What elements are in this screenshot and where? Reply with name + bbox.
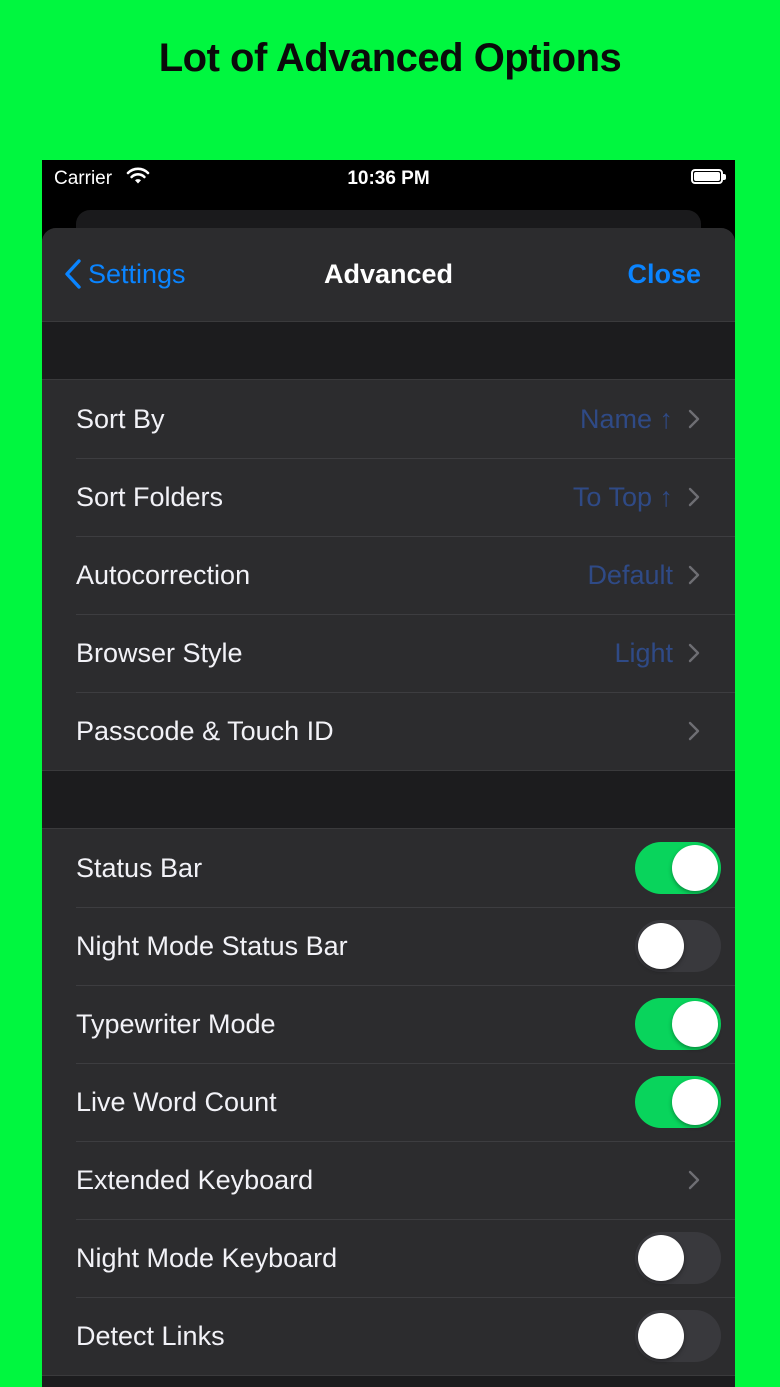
toggle-knob	[672, 1079, 718, 1125]
row-value: Light	[614, 637, 673, 668]
headline: Lot of Advanced Options	[158, 36, 622, 80]
row-night-mode-status-bar: Night Mode Status Bar	[42, 907, 735, 985]
live-word-count-toggle[interactable]	[635, 1076, 721, 1128]
chevron-right-icon	[688, 1170, 700, 1190]
toggle-knob	[638, 1235, 684, 1281]
night-mode-keyboard-toggle[interactable]	[635, 1232, 721, 1284]
row-label: Night Mode Keyboard	[76, 1242, 338, 1273]
row-value: Name ↑	[579, 403, 673, 434]
status-bar-toggle[interactable]	[635, 842, 721, 894]
row-label: Sort Folders	[76, 481, 224, 512]
typewriter-mode-toggle[interactable]	[635, 998, 721, 1050]
row-label: Passcode & Touch ID	[76, 715, 334, 746]
row-typewriter-mode: Typewriter Mode	[42, 985, 735, 1063]
row-status-bar: Status Bar	[42, 829, 735, 907]
chevron-right-icon	[688, 721, 700, 741]
close-button[interactable]: Close	[627, 259, 701, 290]
chevron-left-icon	[65, 259, 81, 289]
row-extended-keyboard[interactable]: Extended Keyboard	[42, 1141, 735, 1219]
toggle-knob	[638, 1313, 684, 1359]
toggle-knob	[672, 1001, 718, 1047]
back-button-label: Settings	[88, 258, 186, 289]
row-autocorrection[interactable]: Autocorrection Default	[42, 536, 735, 614]
back-button[interactable]: Settings	[64, 258, 186, 290]
row-live-word-count: Live Word Count	[42, 1063, 735, 1141]
row-detect-links: Detect Links	[42, 1297, 735, 1375]
row-browser-style[interactable]: Browser Style Light	[42, 614, 735, 692]
sorting-group: Sort By Name ↑ Sort Folders To Top ↑ Autocor…	[42, 379, 735, 771]
detect-links-toggle[interactable]	[635, 1310, 721, 1362]
night-mode-status-bar-toggle[interactable]	[635, 920, 721, 972]
row-value: Default	[587, 559, 673, 590]
clock: 10:36 PM	[347, 168, 430, 189]
row-value: To Top ↑	[572, 481, 673, 512]
status-bar: Carrier 10:36 PM	[42, 160, 735, 200]
row-label: Sort By	[76, 403, 165, 434]
chevron-right-icon	[688, 409, 700, 429]
section-spacer	[42, 322, 735, 379]
row-label: Detect Links	[76, 1320, 225, 1351]
row-sort-folders[interactable]: Sort Folders To Top ↑	[42, 458, 735, 536]
row-label: Extended Keyboard	[76, 1164, 314, 1195]
device-screen: Carrier 10:36 PM Settings Advanced Close…	[42, 160, 735, 1387]
settings-sheet: Settings Advanced Close Sort By Name ↑ Sor…	[42, 228, 735, 1387]
row-label: Browser Style	[76, 637, 243, 668]
section-spacer	[42, 771, 735, 828]
row-label: Typewriter Mode	[76, 1008, 276, 1039]
chevron-right-icon	[688, 565, 700, 585]
chevron-right-icon	[688, 487, 700, 507]
toggle-knob	[672, 845, 718, 891]
row-night-mode-keyboard: Night Mode Keyboard	[42, 1219, 735, 1297]
row-label: Status Bar	[76, 852, 203, 883]
chevron-right-icon	[688, 643, 700, 663]
row-sort-by[interactable]: Sort By Name ↑	[42, 380, 735, 458]
row-passcode-touch-id[interactable]: Passcode & Touch ID	[42, 692, 735, 770]
row-label: Autocorrection	[76, 559, 251, 590]
toggle-knob	[638, 923, 684, 969]
row-label: Live Word Count	[76, 1086, 277, 1117]
navigation-bar: Settings Advanced Close	[42, 228, 735, 322]
row-label: Night Mode Status Bar	[76, 930, 348, 961]
options-group: Status Bar Night Mode Status Bar Typewrite…	[42, 828, 735, 1376]
battery-icon	[691, 169, 726, 184]
